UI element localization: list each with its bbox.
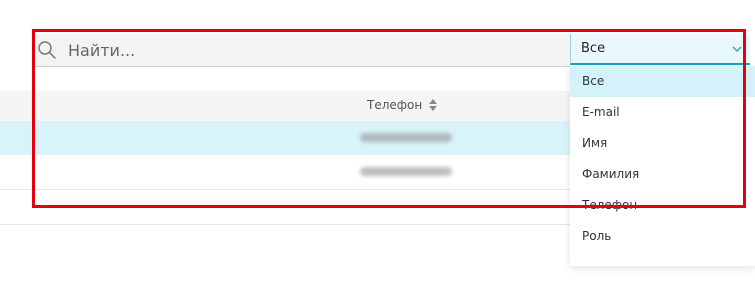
dropdown-option-all[interactable]: Все (570, 66, 755, 97)
search-input[interactable] (68, 38, 548, 62)
dropdown-option-phone[interactable]: Телефон (570, 190, 755, 221)
dropdown-option-last-name[interactable]: Фамилия (570, 159, 755, 190)
filter-select-value: Все (581, 41, 606, 56)
dropdown-option-role[interactable]: Роль (570, 221, 755, 252)
chevron-down-icon (732, 46, 742, 52)
table-header: Телефон (0, 91, 570, 121)
table-row[interactable] (0, 121, 570, 156)
table-row-empty (0, 190, 570, 225)
search-bar (34, 34, 570, 67)
dropdown-option-first-name[interactable]: Имя (570, 128, 755, 159)
column-header-phone[interactable]: Телефон (367, 98, 422, 112)
filter-select[interactable]: Все (570, 34, 750, 65)
filter-dropdown: Все E-mail Имя Фамилия Телефон Роль (570, 66, 755, 266)
table-row[interactable] (0, 155, 570, 190)
search-icon (38, 41, 56, 59)
redacted-phone (360, 167, 452, 176)
dropdown-option-email[interactable]: E-mail (570, 97, 755, 128)
redacted-phone (360, 133, 452, 142)
sort-icon[interactable] (428, 97, 438, 113)
